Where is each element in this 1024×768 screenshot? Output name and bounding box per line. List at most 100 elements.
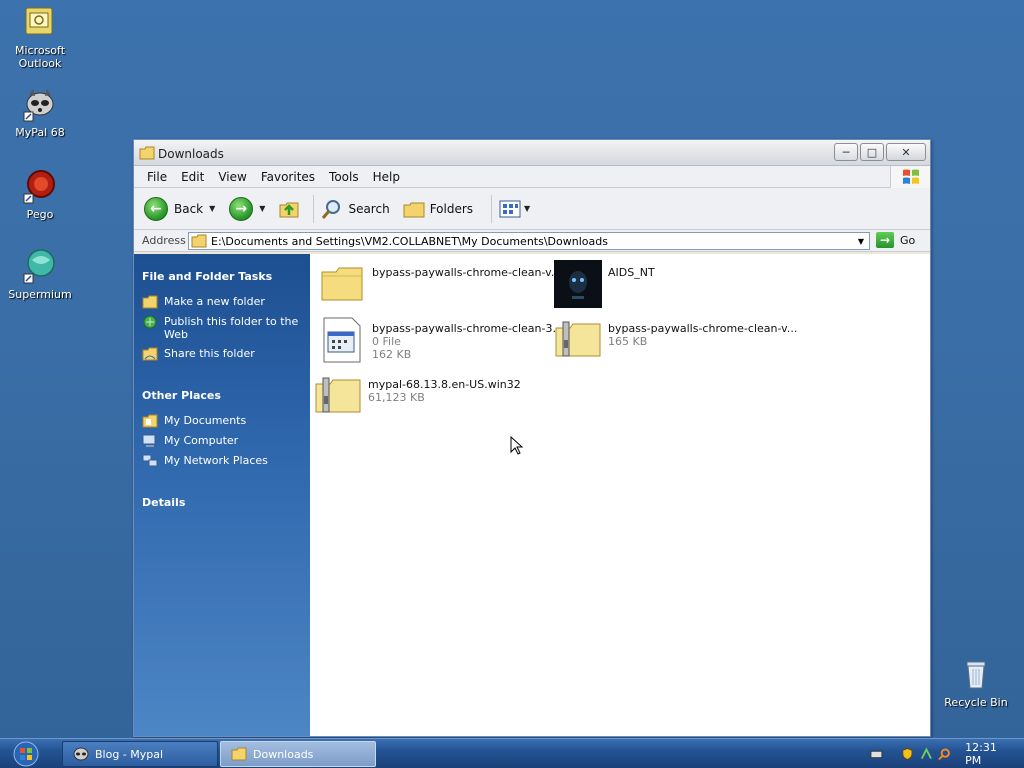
taskbar: Blog - Mypal Downloads 12:31 PM xyxy=(0,738,1024,768)
windows-logo-icon xyxy=(890,166,930,188)
minimize-button[interactable]: ─ xyxy=(834,143,858,161)
menu-edit[interactable]: Edit xyxy=(174,170,211,184)
forward-dropdown-icon[interactable]: ▼ xyxy=(259,204,265,213)
file-item[interactable]: mypal-68.13.8.en-US.win32 61,123 KB xyxy=(314,372,521,420)
menu-view[interactable]: View xyxy=(211,170,253,184)
file-type: 0 File xyxy=(372,335,401,348)
views-dropdown-icon[interactable]: ▼ xyxy=(524,204,530,213)
up-button[interactable] xyxy=(277,197,301,221)
new-folder-icon xyxy=(142,295,158,309)
place-my-documents[interactable]: My Documents xyxy=(142,414,310,428)
place-label: My Computer xyxy=(164,434,239,447)
publish-web-icon xyxy=(143,315,157,329)
network-icon[interactable] xyxy=(920,746,933,761)
supermium-icon xyxy=(22,248,58,284)
task-make-new-folder[interactable]: Make a new folder xyxy=(142,295,310,309)
security-shield-icon[interactable] xyxy=(901,747,914,761)
maximize-button[interactable]: □ xyxy=(860,143,884,161)
menu-tools[interactable]: Tools xyxy=(322,170,366,184)
task-label: Share this folder xyxy=(164,347,255,360)
address-dropdown-icon[interactable]: ▼ xyxy=(853,233,869,249)
file-item[interactable]: bypass-paywalls-chrome-clean-v... 165 KB xyxy=(554,316,797,364)
window-title: Downloads xyxy=(158,147,224,161)
taskbar-button-downloads[interactable]: Downloads xyxy=(220,741,376,767)
outlook-icon xyxy=(22,4,58,40)
file-icon xyxy=(323,317,361,363)
network-places-icon xyxy=(142,454,158,467)
task-pane: File and Folder Tasks Make a new folder … xyxy=(134,254,310,736)
search-button[interactable]: Search xyxy=(320,197,390,221)
file-name: bypass-paywalls-chrome-clean-v... xyxy=(372,266,562,279)
zip-folder-icon xyxy=(555,321,601,357)
mouse-cursor-icon xyxy=(510,436,524,455)
menu-help[interactable]: Help xyxy=(366,170,407,184)
desktop: Microsoft Outlook MyPal 68 Pego Supermiu… xyxy=(0,0,1024,738)
close-button[interactable]: ✕ xyxy=(886,143,926,161)
window-body: File and Folder Tasks Make a new folder … xyxy=(134,254,930,736)
task-share-folder[interactable]: Share this folder xyxy=(142,347,310,361)
file-item[interactable]: bypass-paywalls-chrome-clean-3.... 0 Fil… xyxy=(318,316,566,364)
menu-favorites[interactable]: Favorites xyxy=(254,170,322,184)
go-label: Go xyxy=(900,233,916,247)
place-label: My Documents xyxy=(164,414,247,427)
file-size: 165 KB xyxy=(608,335,648,348)
my-documents-icon xyxy=(142,414,158,428)
file-item[interactable]: AIDS_NT xyxy=(554,260,655,308)
file-item[interactable]: bypass-paywalls-chrome-clean-v... xyxy=(318,260,561,308)
views-icon xyxy=(499,200,521,217)
file-folder-tasks-heading[interactable]: File and Folder Tasks xyxy=(142,270,310,283)
menu-bar: File Edit View Favorites Tools Help xyxy=(134,166,930,188)
toolbar: ← Back ▼ → ▼ Search Folders ▼ xyxy=(134,188,930,230)
keyboard-icon[interactable] xyxy=(870,747,883,761)
file-name: bypass-paywalls-chrome-clean-v... xyxy=(608,322,798,335)
task-publish-folder[interactable]: Publish this folder to the Web xyxy=(142,315,310,341)
other-places-heading[interactable]: Other Places xyxy=(142,389,310,402)
search-icon xyxy=(322,199,341,219)
file-view: bypass-paywalls-chrome-clean-v... AIDS_N… xyxy=(310,254,930,736)
desktop-icon-label: MyPal 68 xyxy=(15,126,65,139)
folder-icon xyxy=(139,146,155,160)
folder-icon xyxy=(231,747,247,761)
desktop-icon-label: Recycle Bin xyxy=(944,696,1008,709)
forward-button[interactable]: → ▼ xyxy=(229,196,265,221)
toolbar-separator xyxy=(313,194,315,223)
back-dropdown-icon[interactable]: ▼ xyxy=(209,204,215,213)
taskbar-button-mypal[interactable]: Blog - Mypal xyxy=(62,741,218,767)
folder-icon xyxy=(321,267,363,301)
start-button[interactable] xyxy=(4,740,48,768)
search-icon[interactable] xyxy=(938,747,951,761)
file-name: AIDS_NT xyxy=(608,266,655,279)
clock[interactable]: 12:31 PM xyxy=(965,741,1012,767)
up-folder-icon xyxy=(279,202,299,217)
address-input[interactable]: E:\Documents and Settings\VM2.COLLABNET\… xyxy=(188,232,870,250)
task-label: Publish this folder to the Web xyxy=(164,315,299,341)
desktop-icon-mypal[interactable]: MyPal 68 xyxy=(2,86,78,139)
desktop-icon-recycle-bin[interactable]: Recycle Bin xyxy=(938,656,1014,709)
address-label: Address xyxy=(142,234,186,247)
back-arrow-icon: ← xyxy=(144,196,168,221)
details-heading[interactable]: Details xyxy=(142,496,310,509)
place-my-computer[interactable]: My Computer xyxy=(142,434,310,448)
title-bar[interactable]: Downloads ─ □ ✕ xyxy=(134,140,930,166)
folders-button[interactable]: Folders xyxy=(402,197,473,221)
back-button[interactable]: ← Back ▼ xyxy=(144,196,215,221)
address-bar: Address E:\Documents and Settings\VM2.CO… xyxy=(134,230,930,252)
taskbar-button-label: Downloads xyxy=(253,747,314,761)
go-button[interactable]: → Go xyxy=(876,232,915,248)
desktop-icon-pego[interactable]: Pego xyxy=(2,168,78,221)
raccoon-icon xyxy=(73,747,89,761)
place-my-network[interactable]: My Network Places xyxy=(142,454,310,468)
image-thumbnail xyxy=(554,260,602,308)
system-tray: 12:31 PM xyxy=(864,739,1024,768)
folder-icon xyxy=(191,234,207,248)
address-value: E:\Documents and Settings\VM2.COLLABNET\… xyxy=(211,234,608,248)
file-name: mypal-68.13.8.en-US.win32 xyxy=(368,378,521,391)
place-label: My Network Places xyxy=(164,454,268,467)
explorer-window[interactable]: Downloads ─ □ ✕ File Edit View Favorites… xyxy=(133,139,931,737)
maximize-icon: □ xyxy=(866,145,878,159)
menu-file[interactable]: File xyxy=(140,170,174,184)
desktop-icon-supermium[interactable]: Supermium xyxy=(2,248,78,301)
views-button[interactable]: ▼ xyxy=(498,199,530,219)
back-label: Back xyxy=(174,201,204,216)
desktop-icon-outlook[interactable]: Microsoft Outlook xyxy=(2,4,78,70)
